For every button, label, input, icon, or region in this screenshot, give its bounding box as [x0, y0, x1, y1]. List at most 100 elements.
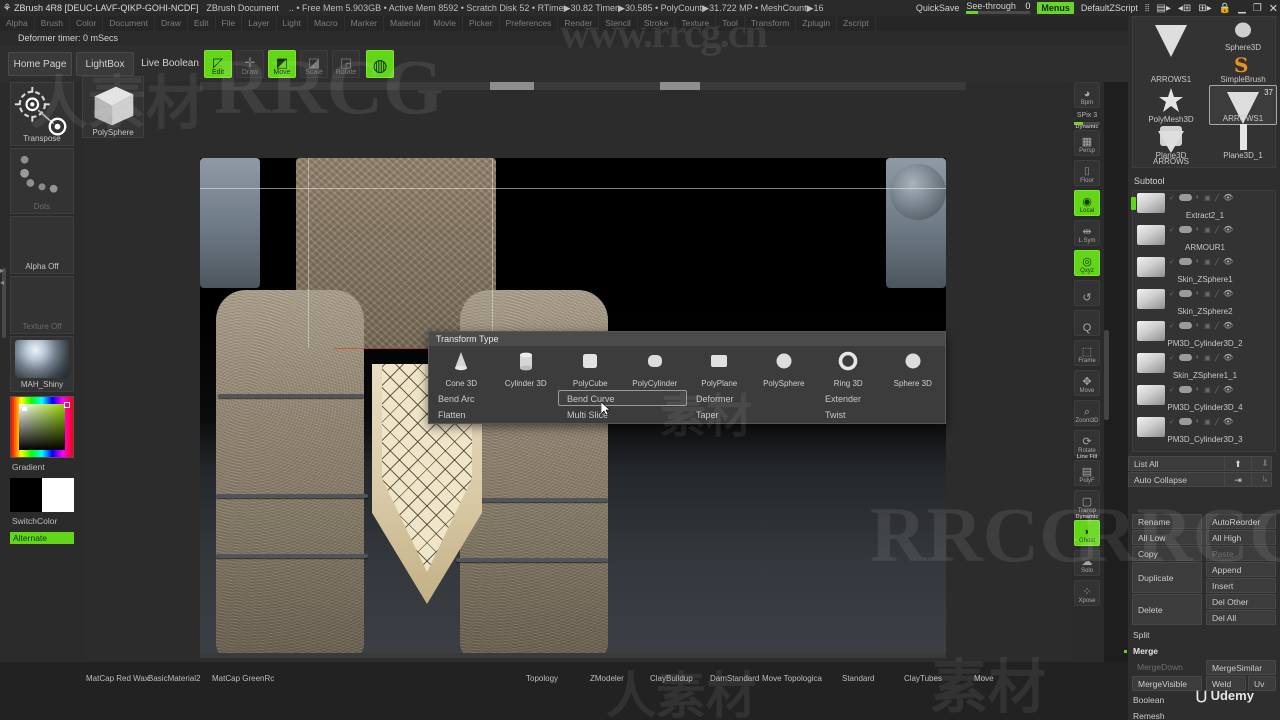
subtool-polypaint-icon[interactable]: ▣	[1204, 418, 1211, 426]
copy-button[interactable]: Copy	[1132, 546, 1202, 561]
primitive-cone-3d[interactable]: Cone 3D	[429, 346, 494, 390]
menu-item-zplugin[interactable]: Zplugin	[796, 16, 838, 31]
subtool-polypaint-icon[interactable]: ▣	[1204, 226, 1211, 234]
menu-item-macro[interactable]: Macro	[308, 16, 345, 31]
deformer-flatten[interactable]: Flatten	[429, 406, 558, 422]
brush-item-standard[interactable]: Standard	[842, 668, 874, 686]
material-item-basicmaterial2[interactable]: BasicMaterial2	[148, 668, 200, 686]
collapse-down-button[interactable]: ↳	[1254, 472, 1276, 487]
primitive-cylinder-3d[interactable]: Cylinder 3D	[494, 346, 559, 390]
home-page-button[interactable]: Home Page	[8, 52, 72, 76]
solo-button[interactable]: ☁ Solo	[1074, 550, 1100, 576]
menu-item-movie[interactable]: Movie	[427, 16, 463, 31]
current-tool-cell[interactable]: PolySphere	[82, 76, 144, 138]
auto-reorder-button[interactable]: AutoReorder	[1206, 514, 1276, 529]
material-item-matcap-red-wax[interactable]: MatCap Red Wax	[86, 668, 149, 686]
subtool-brush-icon[interactable]: ╱	[1215, 258, 1219, 266]
split-section-button[interactable]: Split	[1128, 628, 1272, 643]
scale-mode-button[interactable]: ◪ Scale	[300, 50, 328, 78]
live-boolean-button[interactable]: Live Boolean	[138, 52, 202, 76]
subtool-polypaint-icon[interactable]: ▣	[1204, 194, 1211, 202]
menu-item-texture[interactable]: Texture	[675, 16, 717, 31]
subtool-toggles[interactable]: ✓ ◐ ▣ ╱ 👁	[1169, 353, 1233, 362]
subtool-paint-icon[interactable]: ◐	[1196, 354, 1200, 361]
subtool-polypaint-icon[interactable]: ▣	[1204, 322, 1211, 330]
menu-item-tool[interactable]: Tool	[716, 16, 745, 31]
menu-item-render[interactable]: Render	[558, 16, 600, 31]
subtool-row[interactable]: ✓ ◐ ▣ ╱ 👁 Skin_ZSphere1	[1133, 255, 1277, 287]
subtool-polypaint-icon[interactable]: ▣	[1204, 258, 1211, 266]
primitive-polycylinder[interactable]: PolyCylinder	[623, 346, 688, 390]
menu-item-stroke[interactable]: Stroke	[638, 16, 676, 31]
brush-item-move[interactable]: Move	[974, 668, 994, 686]
merge-section-button[interactable]: Merge	[1124, 644, 1272, 659]
subtool-toggles[interactable]: ✓ ◐ ▣ ╱ 👁	[1169, 321, 1233, 330]
merge-similar-button[interactable]: MergeSimilar	[1206, 660, 1276, 675]
dock-left-icon[interactable]: ◂⊞	[1178, 3, 1191, 14]
polyframe-button[interactable]: ▤ PolyF	[1074, 460, 1100, 486]
primary-color-swatch[interactable]	[10, 478, 42, 512]
subtool-eye-toggle[interactable]	[1178, 354, 1192, 361]
brush-item-move-topological[interactable]: Move Topologica	[762, 668, 822, 686]
subtool-eyeball-icon[interactable]: 👁	[1223, 353, 1233, 362]
subtool-row[interactable]: ✓ ◐ ▣ ╱ 👁 PM3D_Cylinder3D_3	[1133, 415, 1277, 447]
color-swatch-pair[interactable]	[10, 478, 74, 512]
subtool-eye-toggle[interactable]	[1178, 322, 1192, 329]
alternate-button[interactable]: Alternate	[10, 532, 74, 544]
edit-mode-button[interactable]: ◸ Edit	[204, 50, 232, 78]
menus-toggle-button[interactable]: Menus	[1037, 2, 1074, 14]
subtool-row[interactable]: ✓ ◐ ▣ ╱ 👁 ARMOUR1	[1133, 223, 1277, 255]
menu-item-marker[interactable]: Marker	[345, 16, 385, 31]
transparency-button[interactable]: ▢ Transp	[1074, 490, 1100, 516]
menu-item-layer[interactable]: Layer	[242, 16, 277, 31]
frame-button[interactable]: ⬚ Frame	[1074, 340, 1100, 366]
menu-item-transform[interactable]: Transform	[745, 16, 797, 31]
brush-item-damstandard[interactable]: DamStandard	[710, 668, 759, 686]
insert-button[interactable]: Insert	[1206, 578, 1276, 593]
move-mode-button[interactable]: ◩ Move	[268, 50, 296, 78]
subtool-brush-icon[interactable]: ╱	[1215, 322, 1219, 330]
subtool-toggles[interactable]: ✓ ◐ ▣ ╱ 👁	[1169, 289, 1233, 298]
qxyz-button[interactable]: ◎ Qxyz	[1074, 250, 1100, 276]
merge-down-button[interactable]: MergeDown	[1132, 660, 1202, 675]
subtool-paint-icon[interactable]: ◐	[1196, 322, 1200, 329]
subtool-visibility-check-icon[interactable]: ✓	[1169, 290, 1175, 298]
menu-item-color[interactable]: Color	[70, 16, 104, 31]
maximize-icon[interactable]: ❐	[1253, 3, 1262, 14]
subtool-brush-icon[interactable]: ╱	[1215, 418, 1219, 426]
close-icon[interactable]: ✕	[1269, 2, 1278, 15]
menu-item-draw[interactable]: Draw	[155, 16, 188, 31]
deformer-taper[interactable]: Taper	[687, 406, 816, 422]
transpose-tool-cell[interactable]: Transpose	[10, 82, 74, 146]
subtool-visibility-check-icon[interactable]: ✓	[1169, 386, 1175, 394]
xpose-button[interactable]: ⁘ Xpose	[1074, 580, 1100, 606]
scroll-up-arrow-icon[interactable]: ▸	[0, 266, 4, 275]
subtool-eye-toggle[interactable]	[1178, 226, 1192, 233]
primitive-polycube[interactable]: PolyCube	[558, 346, 623, 390]
subtool-eyeball-icon[interactable]: 👁	[1223, 385, 1233, 394]
deformer-extender[interactable]: Extender	[816, 390, 945, 406]
menu-item-light[interactable]: Light	[277, 16, 308, 31]
remesh-section-button[interactable]: Remesh	[1128, 709, 1272, 720]
transpose-line-vertical-right[interactable]	[492, 158, 493, 348]
subtool-eyeball-icon[interactable]: 👁	[1223, 225, 1233, 234]
stroke-cell[interactable]: Dots	[10, 148, 74, 214]
subtool-eyeball-icon[interactable]: 👁	[1223, 417, 1233, 426]
subtool-visibility-check-icon[interactable]: ✓	[1169, 322, 1175, 330]
subtool-polypaint-icon[interactable]: ▣	[1204, 290, 1211, 298]
collapse-right-button[interactable]: ⇥	[1224, 472, 1252, 487]
subtool-brush-icon[interactable]: ╱	[1215, 194, 1219, 202]
texture-cell[interactable]: Texture Off	[10, 276, 74, 334]
paste-button[interactable]: Paste	[1206, 546, 1276, 561]
subtool-paint-icon[interactable]: ◐	[1196, 194, 1200, 201]
brush-item-zmodeler[interactable]: ZModeler	[590, 668, 624, 686]
primitive-polysphere[interactable]: PolySphere	[752, 346, 817, 390]
tool-item-arrows1[interactable]: 37 ARROWS1	[1209, 85, 1277, 125]
see-through-slider[interactable]: See-through 0	[966, 1, 1031, 14]
gradient-label[interactable]: Gradient	[12, 462, 45, 472]
subtool-paint-icon[interactable]: ◐	[1196, 258, 1200, 265]
perspective-button[interactable]: ▦ Persp	[1074, 130, 1100, 156]
transpose-line-horizontal[interactable]	[200, 188, 946, 189]
lock-icon[interactable]: 🔒	[1219, 3, 1231, 14]
material-item-matcap-greenrc[interactable]: MatCap GreenRc	[212, 668, 274, 686]
